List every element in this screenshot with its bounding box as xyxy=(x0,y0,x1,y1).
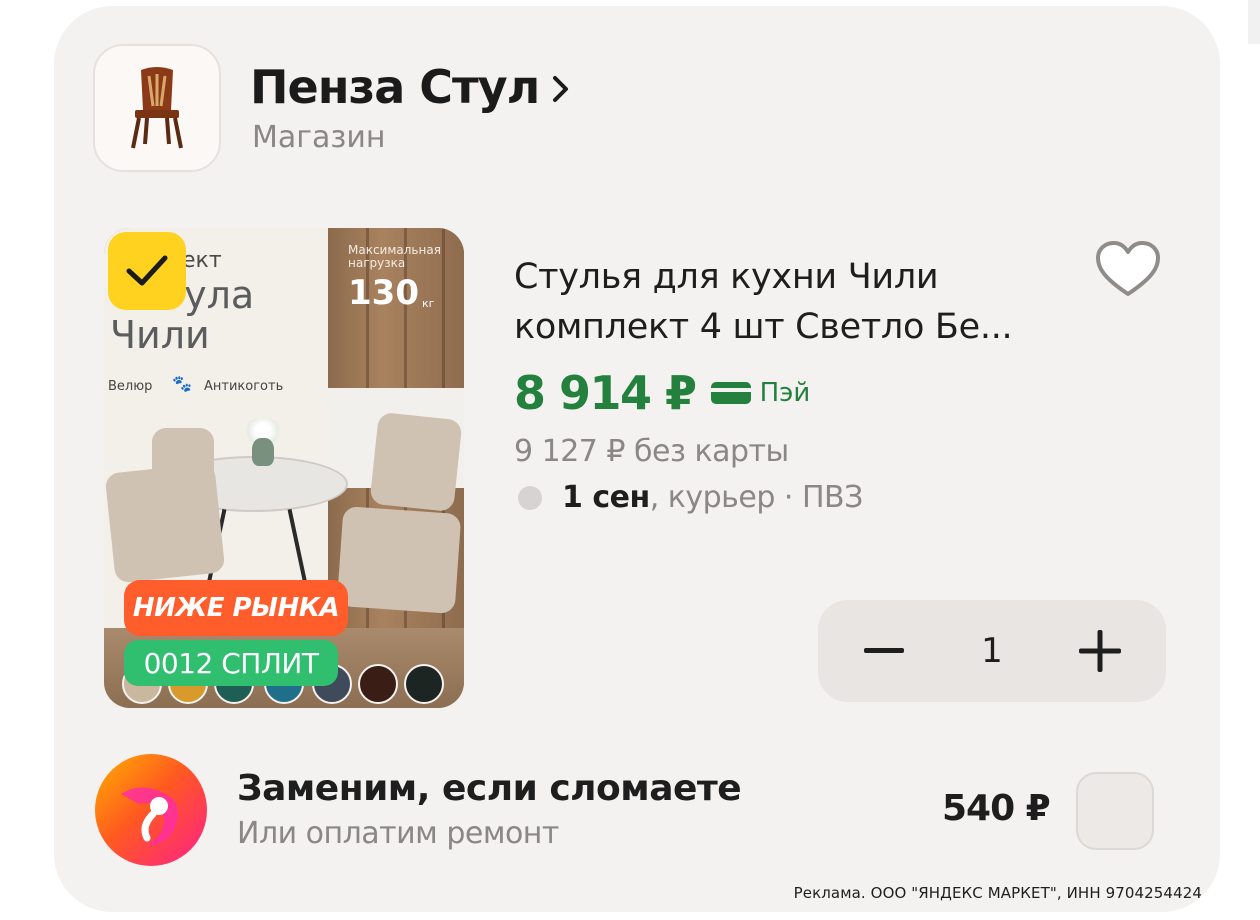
pay-card: Пэй xyxy=(710,378,811,408)
price-row: 8 914 ₽ Пэй xyxy=(514,366,810,420)
image-text-anticlaw: Антикоготь xyxy=(204,379,284,394)
insurance-title: Заменим, если сломаете xyxy=(237,768,742,809)
vase xyxy=(252,438,274,466)
delivery-info: 1 сен , курьер · ПВЗ xyxy=(514,480,863,515)
minus-icon xyxy=(864,648,904,653)
color-swatch[interactable] xyxy=(358,664,398,704)
check-icon xyxy=(126,255,168,286)
selected-checkbox[interactable] xyxy=(108,232,186,310)
insurance-subtitle: Или оплатим ремонт xyxy=(237,816,559,851)
image-text-velour: Велюр xyxy=(108,379,153,394)
price: 8 914 ₽ xyxy=(514,366,697,420)
shop-subtitle: Магазин xyxy=(252,120,386,155)
insurance-checkbox[interactable] xyxy=(1076,772,1154,850)
image-text-load-unit: кг xyxy=(422,297,435,310)
image-text-load-value: 130 xyxy=(348,273,419,313)
chair-icon xyxy=(131,67,183,149)
color-swatch[interactable] xyxy=(404,664,444,704)
insurance-price: 540 ₽ xyxy=(942,788,1051,829)
insurance-logo-icon xyxy=(95,754,207,866)
paw-icon: 🐾 xyxy=(172,374,192,393)
image-text-kit: ект xyxy=(182,248,222,273)
chair-photo xyxy=(152,428,214,486)
product-title[interactable]: Стулья для кухни Чили комплект 4 шт Свет… xyxy=(514,252,1074,352)
image-text-max-load: Максимальная нагрузка xyxy=(348,243,441,270)
delivery-status-dot xyxy=(518,485,542,510)
image-text-chili: Чили xyxy=(110,313,210,357)
delivery-date: 1 сен xyxy=(562,480,650,515)
delivery-methods: , курьер · ПВЗ xyxy=(649,480,864,515)
favorite-button[interactable] xyxy=(1094,240,1162,300)
increase-button[interactable] xyxy=(1076,627,1124,675)
shop-name-link[interactable]: Пенза Стул xyxy=(250,60,571,114)
pay-label: Пэй xyxy=(759,378,811,408)
quantity-value: 1 xyxy=(981,631,1003,671)
below-market-badge: НИЖЕ РЫНКА xyxy=(124,580,348,636)
chair-photo xyxy=(336,506,462,614)
heart-icon xyxy=(1096,241,1160,296)
scroll-edge xyxy=(1248,0,1260,44)
chair-photo xyxy=(369,411,463,513)
shop-logo[interactable] xyxy=(93,44,221,172)
plus-icon xyxy=(1078,630,1121,672)
price-without-card: 9 127 ₽ без карты xyxy=(514,434,789,469)
quantity-stepper: 1 xyxy=(818,600,1166,702)
shop-name: Пенза Стул xyxy=(250,60,540,114)
card-icon xyxy=(710,382,751,404)
split-badge: 0012 СПЛИТ xyxy=(124,640,338,686)
decrease-button[interactable] xyxy=(860,627,908,675)
chevron-right-icon xyxy=(553,76,569,102)
ad-notice: Реклама. ООО "ЯНДЕКС МАРКЕТ", ИНН 970425… xyxy=(793,884,1202,902)
